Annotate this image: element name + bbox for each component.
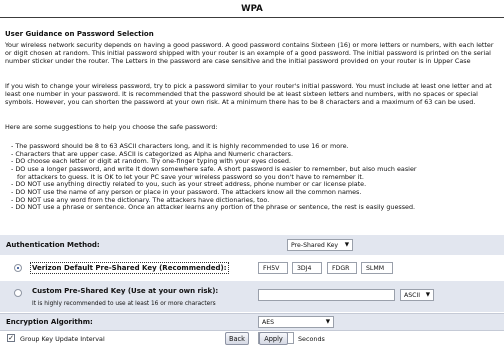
default-key-label[interactable]: Verizon Default Pre-Shared Key (Recommen…	[30, 262, 229, 274]
encryption-algorithm-label: Encryption Algorithm:	[6, 318, 93, 326]
encryption-algorithm-select[interactable]: AES ▼	[258, 316, 334, 328]
default-key-part-1[interactable]: FH5V	[258, 262, 288, 274]
chevron-down-icon: ▼	[325, 319, 330, 325]
chevron-down-icon: ▼	[425, 292, 430, 298]
encryption-algorithm-row: Encryption Algorithm: AES ▼	[0, 313, 504, 330]
custom-key-radio[interactable]	[14, 289, 22, 297]
group-key-checkbox[interactable]: ✓	[7, 334, 15, 342]
guidance-paragraph-1: Your wireless network security depends o…	[5, 41, 494, 65]
page-title: WPA	[241, 4, 263, 14]
back-button[interactable]: Back	[225, 332, 249, 345]
group-key-label: Group Key Update Interval	[20, 335, 105, 343]
guidance-paragraph-3: Here are some suggestions to help you ch…	[5, 123, 218, 131]
default-key-part-3[interactable]: FDGR	[327, 262, 357, 274]
authentication-method-value: Pre-Shared Key	[291, 242, 339, 249]
default-key-part-2[interactable]: 3DJ4	[292, 262, 322, 274]
custom-key-input[interactable]	[258, 289, 395, 301]
custom-key-note: It is highly recommended to use at least…	[32, 301, 216, 307]
custom-key-label: Custom Pre-Shared Key (Use at your own r…	[32, 287, 219, 295]
apply-button[interactable]: Apply	[259, 332, 288, 345]
default-key-row: Verizon Default Pre-Shared Key (Recommen…	[0, 256, 504, 280]
title-divider	[0, 17, 504, 18]
custom-key-row: Custom Pre-Shared Key (Use at your own r…	[0, 281, 504, 312]
wpa-settings-page: WPA User Guidance on Password Selection …	[0, 0, 504, 346]
encryption-algorithm-value: AES	[262, 319, 275, 326]
default-key-radio[interactable]	[14, 264, 22, 272]
suggestion-list: - The password should be 8 to 63 ASCII c…	[11, 142, 499, 212]
guidance-paragraph-2: If you wish to change your wireless pass…	[5, 82, 492, 106]
group-key-row: ✓ Group Key Update Interval 3600 Seconds	[0, 330, 504, 346]
authentication-method-row: Authentication Method: Pre-Shared Key ▼	[0, 235, 504, 255]
guidance-heading: User Guidance on Password Selection	[5, 30, 154, 38]
custom-key-format-value: ASCII	[404, 292, 421, 299]
default-key-part-4[interactable]: SLMM	[361, 262, 393, 274]
authentication-method-label: Authentication Method:	[6, 241, 100, 249]
suggestion-item: - DO NOT use a phrase or sentence. Once …	[11, 203, 416, 212]
custom-key-format-select[interactable]: ASCII ▼	[400, 289, 434, 301]
chevron-down-icon: ▼	[344, 242, 349, 248]
group-key-unit: Seconds	[298, 335, 325, 343]
authentication-method-select[interactable]: Pre-Shared Key ▼	[287, 239, 353, 251]
